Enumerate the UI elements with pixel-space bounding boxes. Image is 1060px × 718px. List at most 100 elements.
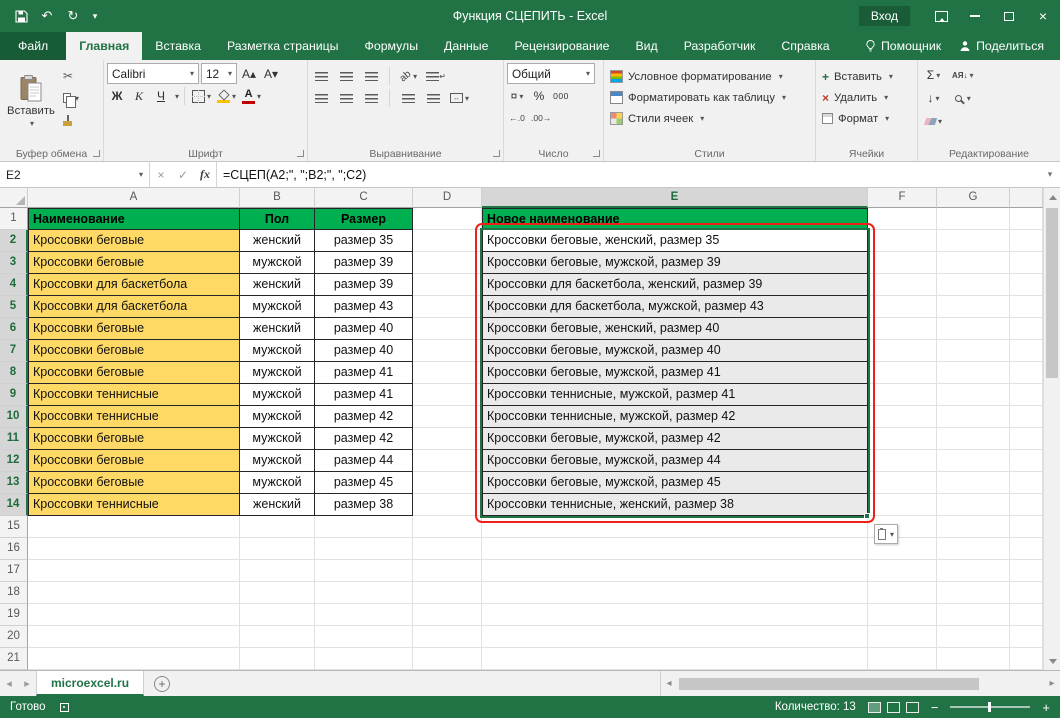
cell-G10[interactable] — [937, 406, 1010, 428]
normal-view-button[interactable] — [868, 702, 881, 713]
row-header-17[interactable]: 17 — [0, 560, 28, 582]
conditional-formatting-button[interactable]: Условное форматирование ▾ — [607, 67, 812, 86]
cell-G17[interactable] — [937, 560, 1010, 582]
cell-D21[interactable] — [413, 648, 482, 670]
row-header-21[interactable]: 21 — [0, 648, 28, 670]
cell-D2[interactable] — [413, 230, 482, 252]
cell-E14[interactable]: Кроссовки теннисные, женский, размер 38 — [482, 494, 868, 516]
font-family-select[interactable]: Calibri▾ — [107, 63, 199, 84]
minimize-button[interactable] — [958, 0, 992, 32]
cell-D7[interactable] — [413, 340, 482, 362]
formula-bar-expand-icon[interactable]: ▾ — [1040, 162, 1060, 187]
cell-F6[interactable] — [868, 318, 937, 340]
cell-G5[interactable] — [937, 296, 1010, 318]
cell-D8[interactable] — [413, 362, 482, 384]
bold-button[interactable]: Ж — [107, 86, 127, 106]
cell-A7[interactable]: Кроссовки беговые — [28, 340, 240, 362]
fill-button[interactable]: ↓▾ — [923, 88, 944, 108]
cell-A21[interactable] — [28, 648, 240, 670]
cell-G13[interactable] — [937, 472, 1010, 494]
wrap-text-button[interactable]: ↵ — [424, 66, 448, 86]
name-box[interactable]: E2 ▾ — [0, 162, 150, 187]
cell-E2[interactable]: Кроссовки беговые, женский, размер 35 — [482, 230, 868, 252]
row-header-3[interactable]: 3 — [0, 252, 28, 274]
sort-filter-button[interactable]: АЯ↓▾ — [950, 65, 976, 85]
row-header-5[interactable]: 5 — [0, 296, 28, 318]
undo-button[interactable]: ↶ — [36, 5, 58, 27]
cell-E18[interactable] — [482, 582, 868, 604]
row-header-6[interactable]: 6 — [0, 318, 28, 340]
sheet-nav-prev-icon[interactable]: ◂ — [0, 677, 18, 690]
cell-G15[interactable] — [937, 516, 1010, 538]
cell-A11[interactable]: Кроссовки беговые — [28, 428, 240, 450]
cell-C5[interactable]: размер 43 — [315, 296, 413, 318]
zoom-out-button[interactable]: − — [931, 700, 939, 715]
row-header-14[interactable]: 14 — [0, 494, 28, 516]
row-header-11[interactable]: 11 — [0, 428, 28, 450]
cell-D11[interactable] — [413, 428, 482, 450]
cell-D5[interactable] — [413, 296, 482, 318]
cell-C8[interactable]: размер 41 — [315, 362, 413, 384]
cell-F20[interactable] — [868, 626, 937, 648]
cell-D19[interactable] — [413, 604, 482, 626]
cell-A2[interactable]: Кроссовки беговые — [28, 230, 240, 252]
column-header-G[interactable]: G — [937, 188, 1010, 208]
autosum-button[interactable]: Σ▾ — [923, 65, 944, 85]
cell-G4[interactable] — [937, 274, 1010, 296]
cell-B11[interactable]: мужской — [240, 428, 315, 450]
cell-E17[interactable] — [482, 560, 868, 582]
cell-A19[interactable] — [28, 604, 240, 626]
cell-B3[interactable]: мужской — [240, 252, 315, 274]
cell-A16[interactable] — [28, 538, 240, 560]
cell-E8[interactable]: Кроссовки беговые, мужской, размер 41 — [482, 362, 868, 384]
zoom-slider[interactable] — [950, 706, 1030, 708]
vscroll-up-arrow[interactable] — [1044, 188, 1060, 205]
save-button[interactable] — [10, 5, 32, 27]
cell-E6[interactable]: Кроссовки беговые, женский, размер 40 — [482, 318, 868, 340]
cell-F1[interactable] — [868, 208, 937, 230]
cell-B15[interactable] — [240, 516, 315, 538]
redo-button[interactable]: ↻ — [62, 5, 84, 27]
cell-E3[interactable]: Кроссовки беговые, мужской, размер 39 — [482, 252, 868, 274]
formula-input[interactable]: =СЦЕП(A2;", ";B2;", ";C2) — [216, 162, 1040, 187]
paste-options-button[interactable]: ▾ — [874, 524, 898, 544]
cell-D15[interactable] — [413, 516, 482, 538]
cell-A5[interactable]: Кроссовки для баскетбола — [28, 296, 240, 318]
cell-E4[interactable]: Кроссовки для баскетбола, женский, разме… — [482, 274, 868, 296]
decrease-indent-button[interactable] — [398, 88, 418, 108]
cell-A14[interactable]: Кроссовки теннисные — [28, 494, 240, 516]
percent-style-button[interactable]: % — [529, 86, 549, 106]
cell-E9[interactable]: Кроссовки теннисные, мужской, размер 41 — [482, 384, 868, 406]
cell-E13[interactable]: Кроссовки беговые, мужской, размер 45 — [482, 472, 868, 494]
customize-qat-button[interactable]: ▾ — [88, 5, 102, 27]
row-header-18[interactable]: 18 — [0, 582, 28, 604]
cell-C21[interactable] — [315, 648, 413, 670]
underline-button[interactable]: Ч — [151, 86, 171, 106]
row-header-4[interactable]: 4 — [0, 274, 28, 296]
hscroll-left-arrow[interactable]: ◂ — [661, 678, 677, 689]
hscroll-thumb[interactable] — [679, 678, 979, 690]
share-button[interactable]: Поделиться — [959, 39, 1044, 53]
cell-B5[interactable]: мужской — [240, 296, 315, 318]
sheet-tab-active[interactable]: microexcel.ru — [36, 671, 144, 696]
cell-E12[interactable]: Кроссовки беговые, мужской, размер 44 — [482, 450, 868, 472]
file-tab[interactable]: Файл — [0, 32, 66, 60]
ribbon-tab-9[interactable]: Справка — [768, 32, 842, 60]
cell-D20[interactable] — [413, 626, 482, 648]
underline-dropdown-icon[interactable]: ▾ — [175, 92, 179, 101]
cell-E5[interactable]: Кроссовки для баскетбола, мужской, разме… — [482, 296, 868, 318]
align-middle-button[interactable] — [336, 66, 356, 86]
page-layout-view-button[interactable] — [887, 702, 900, 713]
ribbon-tab-6[interactable]: Рецензирование — [501, 32, 622, 60]
cell-F18[interactable] — [868, 582, 937, 604]
cell-B6[interactable]: женский — [240, 318, 315, 340]
cell-E11[interactable]: Кроссовки беговые, мужской, размер 42 — [482, 428, 868, 450]
cell-D1[interactable] — [413, 208, 482, 230]
enter-button[interactable]: ✓ — [172, 162, 194, 187]
cell-F2[interactable] — [868, 230, 937, 252]
cell-A13[interactable]: Кроссовки беговые — [28, 472, 240, 494]
cell-F3[interactable] — [868, 252, 937, 274]
cell-G12[interactable] — [937, 450, 1010, 472]
fill-handle[interactable] — [864, 513, 870, 519]
ribbon-tab-8[interactable]: Разработчик — [671, 32, 769, 60]
